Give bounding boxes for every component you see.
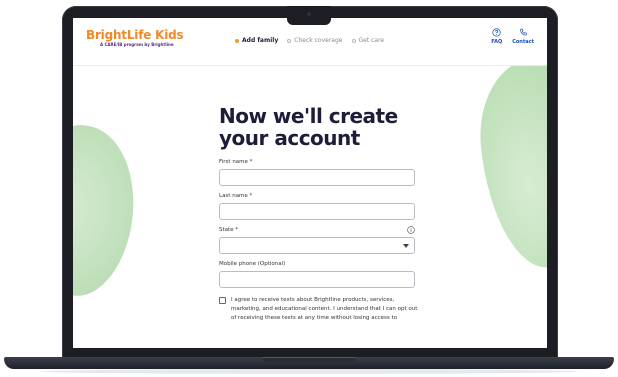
sms-consent-checkbox[interactable] (219, 297, 226, 304)
camera-notch (287, 6, 331, 25)
first-name-input[interactable] (219, 169, 415, 186)
step-label: Add family (242, 37, 279, 44)
page-title: Now we'll create your account (219, 104, 398, 150)
camera-icon (307, 12, 311, 16)
info-icon[interactable] (407, 226, 415, 234)
first-name-field: First name * (219, 159, 419, 186)
last-name-input[interactable] (219, 203, 415, 220)
question-circle-icon (492, 28, 501, 37)
decorative-blob-right (472, 52, 547, 274)
last-name-label: Last name * (219, 193, 253, 199)
contact-button[interactable]: Contact (512, 28, 534, 45)
faq-label: FAQ (491, 39, 503, 45)
state-select[interactable] (219, 237, 415, 254)
contact-label: Contact (512, 39, 534, 45)
laptop-base-lip (262, 357, 356, 362)
site-header: BrightLife Kids A CARE/IB program by Bri… (73, 18, 547, 66)
last-name-field: Last name * (219, 193, 419, 220)
step-label: Get care (358, 37, 385, 44)
laptop-screen: BrightLife Kids A CARE/IB program by Bri… (73, 18, 547, 348)
logo-tagline: A CARE/IB program by Brightline (100, 42, 174, 47)
step-dot-icon (351, 39, 356, 43)
decorative-blob-left (73, 119, 145, 303)
faq-button[interactable]: FAQ (491, 28, 502, 45)
sms-consent: I agree to receive texts about Brightlin… (219, 296, 419, 323)
step-dot-icon (287, 39, 292, 43)
logo-wordmark: BrightLife Kids (86, 28, 184, 42)
mobile-phone-field: Mobile phone (Optional) (219, 261, 419, 288)
mobile-phone-label: Mobile phone (Optional) (219, 261, 286, 267)
mobile-phone-input[interactable] (219, 271, 415, 288)
header-actions: FAQ Contact (491, 28, 534, 45)
brightlife-kids-logo[interactable]: BrightLife Kids A CARE/IB program by Bri… (86, 28, 184, 48)
step-active-dot-icon (235, 39, 239, 43)
first-name-label: First name * (219, 159, 253, 165)
step-label: Check coverage (294, 37, 343, 44)
state-field: State * (219, 226, 419, 254)
progress-steps: Add family Check coverage Get care (235, 37, 384, 45)
sms-consent-text: I agree to receive texts about Brightlin… (231, 297, 418, 321)
step-check-coverage: Check coverage (287, 37, 343, 45)
create-account-form: Now we'll create your account First name… (219, 105, 419, 323)
phone-icon (519, 28, 527, 36)
step-get-care: Get care (351, 37, 385, 45)
chevron-down-icon (403, 244, 409, 248)
laptop-mockup: BrightLife Kids A CARE/IB program by Bri… (0, 0, 618, 377)
step-add-family: Add family (235, 37, 278, 45)
state-label: State * (219, 227, 239, 233)
laptop-shadow (40, 369, 578, 374)
